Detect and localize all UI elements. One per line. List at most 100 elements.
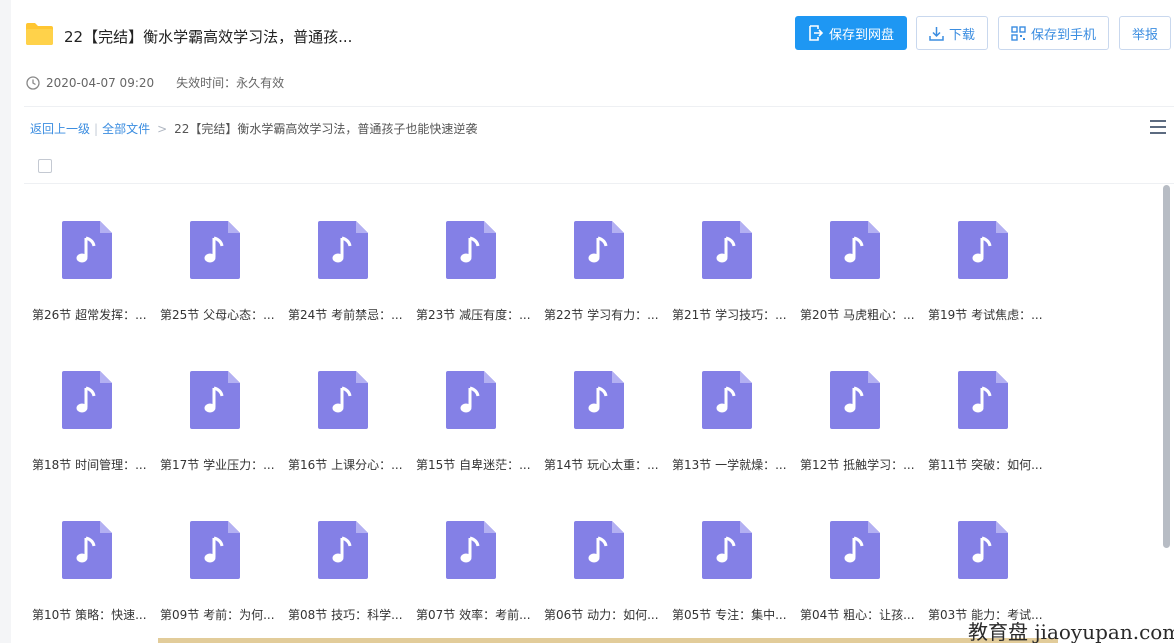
music-file-icon xyxy=(446,221,496,279)
file-item[interactable]: 第26节 超常发挥：... xyxy=(24,205,152,333)
file-name: 第13节 一学就燥：... xyxy=(672,458,787,472)
file-name: 第26节 超常发挥：... xyxy=(32,308,147,322)
music-file-icon xyxy=(574,521,624,579)
file-item[interactable]: 第23节 减压有度：... xyxy=(408,205,536,333)
file-item[interactable]: 第16节 上课分心：... xyxy=(280,355,408,483)
music-file-icon xyxy=(318,521,368,579)
file-name: 第18节 时间管理：... xyxy=(32,458,147,472)
breadcrumb-arrow-icon: > xyxy=(157,121,168,136)
file-item[interactable]: 第19节 考试焦虑：... xyxy=(920,205,1048,333)
file-name: 第23节 减压有度：... xyxy=(416,308,531,322)
file-item[interactable]: 第22节 学习有力：... xyxy=(536,205,664,333)
file-item[interactable]: 第13节 一学就燥：... xyxy=(664,355,792,483)
file-name: 第04节 粗心：让孩... xyxy=(800,608,915,622)
file-name: 第20节 马虎粗心：... xyxy=(800,308,915,322)
music-file-icon xyxy=(62,371,112,429)
file-item[interactable]: 第17节 学业压力：... xyxy=(152,355,280,483)
file-name: 第24节 考前禁忌：... xyxy=(288,308,403,322)
music-file-icon xyxy=(702,521,752,579)
file-name: 第16节 上课分心：... xyxy=(288,458,403,472)
file-name: 第07节 效率：考前... xyxy=(416,608,531,622)
music-file-icon xyxy=(62,221,112,279)
breadcrumb-current: 22【完结】衡水学霸高效学习法，普通孩子也能快速逆袭 xyxy=(174,122,478,136)
file-name: 第22节 学习有力：... xyxy=(544,308,659,322)
music-file-icon xyxy=(574,221,624,279)
music-file-icon xyxy=(702,371,752,429)
report-button[interactable]: 举报 xyxy=(1119,16,1171,50)
breadcrumb-back-link[interactable]: 返回上一级 xyxy=(30,120,90,137)
file-item[interactable]: 第25节 父母心态：... xyxy=(152,205,280,333)
file-name: 第21节 学习技巧：... xyxy=(672,308,787,322)
music-file-icon xyxy=(958,371,1008,429)
music-file-icon xyxy=(190,221,240,279)
list-header-divider xyxy=(24,183,1174,184)
file-item[interactable]: 第14节 玩心太重：... xyxy=(536,355,664,483)
file-item[interactable]: 第15节 自卑迷茫：... xyxy=(408,355,536,483)
select-all-checkbox[interactable] xyxy=(38,159,52,173)
file-name: 第08节 技巧：科学... xyxy=(288,608,403,622)
share-date: 2020-04-07 09:20 xyxy=(46,75,155,90)
music-file-icon xyxy=(62,521,112,579)
share-meta: 2020-04-07 09:20 失效时间：永久有效 xyxy=(26,74,284,91)
file-item[interactable]: 第21节 学习技巧：... xyxy=(664,205,792,333)
file-item[interactable]: 第05节 专注：集中... xyxy=(664,505,792,633)
file-item[interactable]: 第08节 技巧：科学... xyxy=(280,505,408,633)
bottom-accent-bar xyxy=(158,638,1058,643)
file-item[interactable]: 第24节 考前禁忌：... xyxy=(280,205,408,333)
folder-icon xyxy=(26,23,53,45)
list-view-icon[interactable] xyxy=(1150,120,1166,134)
clock-icon xyxy=(26,75,40,90)
download-label: 下载 xyxy=(948,27,975,43)
file-name: 第11节 突破：如何... xyxy=(928,458,1043,472)
music-file-icon xyxy=(190,371,240,429)
qr-code-icon xyxy=(1011,25,1026,41)
file-name: 第09节 考前：为何... xyxy=(160,608,275,622)
music-file-icon xyxy=(958,221,1008,279)
music-file-icon xyxy=(830,371,880,429)
file-name: 第17节 学业压力：... xyxy=(160,458,275,472)
music-file-icon xyxy=(958,521,1008,579)
music-file-icon xyxy=(830,521,880,579)
music-file-icon xyxy=(446,521,496,579)
music-file-icon xyxy=(446,371,496,429)
report-label: 举报 xyxy=(1131,27,1158,43)
file-name: 第12节 抵触学习：... xyxy=(800,458,915,472)
file-item[interactable]: 第06节 动力：如何... xyxy=(536,505,664,633)
file-name: 第10节 策略：快速... xyxy=(32,608,147,622)
file-item[interactable]: 第09节 考前：为何... xyxy=(152,505,280,633)
file-name: 第14节 玩心太重：... xyxy=(544,458,659,472)
file-item[interactable]: 第11节 突破：如何... xyxy=(920,355,1048,483)
file-item[interactable]: 第12节 抵触学习：... xyxy=(792,355,920,483)
save-icon xyxy=(809,25,824,41)
save-to-disk-button[interactable]: 保存到网盘 xyxy=(795,16,907,50)
breadcrumb: 返回上一级 | 全部文件 > 22【完结】衡水学霸高效学习法，普通孩子也能快速逆… xyxy=(30,120,477,137)
file-name: 第06节 动力：如何... xyxy=(544,608,659,622)
page-title: 22【完结】衡水学霸高效学习法，普通孩... xyxy=(64,28,353,46)
header-divider xyxy=(24,106,1174,107)
save-to-disk-label: 保存到网盘 xyxy=(828,27,894,43)
download-button[interactable]: 下载 xyxy=(916,16,988,50)
file-name: 第25节 父母心态：... xyxy=(160,308,275,322)
music-file-icon xyxy=(574,371,624,429)
file-name: 第15节 自卑迷茫：... xyxy=(416,458,531,472)
file-item[interactable]: 第18节 时间管理：... xyxy=(24,355,152,483)
file-item[interactable]: 第03节 能力：考试... xyxy=(920,505,1048,633)
file-name: 第19节 考试焦虑：... xyxy=(928,308,1043,322)
music-file-icon xyxy=(318,221,368,279)
save-to-phone-button[interactable]: 保存到手机 xyxy=(998,16,1109,50)
file-name: 第05节 专注：集中... xyxy=(672,608,787,622)
breadcrumb-all-files-link[interactable]: 全部文件 xyxy=(102,120,150,137)
site-watermark: 教育盘 jiaoyupan.com xyxy=(968,620,1174,643)
file-item[interactable]: 第04节 粗心：让孩... xyxy=(792,505,920,633)
music-file-icon xyxy=(190,521,240,579)
file-item[interactable]: 第07节 效率：考前... xyxy=(408,505,536,633)
file-item[interactable]: 第20节 马虎粗心：... xyxy=(792,205,920,333)
scrollbar-thumb[interactable] xyxy=(1163,185,1170,548)
save-to-phone-label: 保存到手机 xyxy=(1030,27,1096,43)
music-file-icon xyxy=(830,221,880,279)
breadcrumb-separator: | xyxy=(94,121,99,136)
music-file-icon xyxy=(702,221,752,279)
expiry-text: 失效时间：永久有效 xyxy=(176,76,285,90)
file-item[interactable]: 第10节 策略：快速... xyxy=(24,505,152,633)
left-edge-strip xyxy=(0,0,11,643)
